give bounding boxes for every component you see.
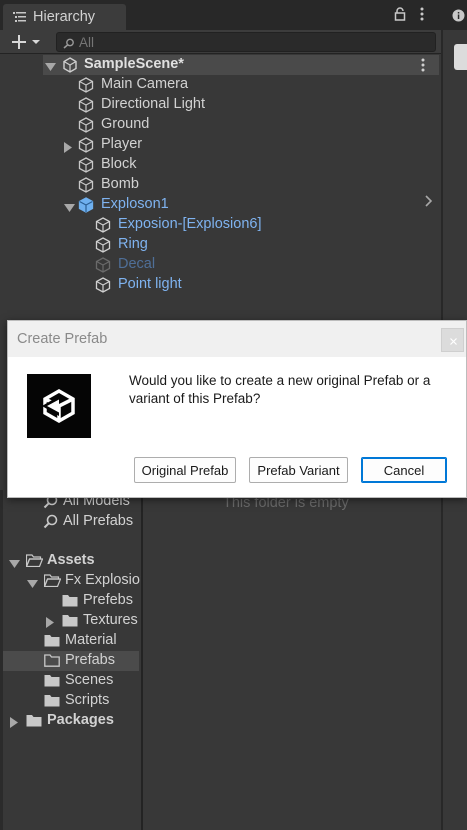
- folder-icon: [44, 654, 60, 671]
- hierarchy-tree: SampleScene* Main Camera Directional Lig…: [0, 55, 441, 305]
- gameobject-icon: [78, 137, 94, 157]
- hierarchy-list-icon: [13, 11, 27, 27]
- folder-label: Packages: [47, 712, 114, 728]
- hierarchy-item[interactable]: Exposion-[Explosion6]: [43, 215, 439, 235]
- gameobject-icon: [78, 177, 94, 197]
- dialog-titlebar: Create Prefab: [8, 321, 466, 357]
- hierarchy-item-label: Ring: [118, 236, 148, 252]
- hierarchy-item-label: Exposion-[Explosion6]: [118, 216, 262, 232]
- gameobject-icon: [78, 77, 94, 97]
- search-icon: [63, 37, 76, 53]
- scene-name: SampleScene*: [84, 56, 184, 72]
- original-prefab-button[interactable]: Original Prefab: [134, 457, 236, 483]
- folder-label: Scripts: [65, 692, 110, 708]
- hierarchy-item-label: Bomb: [101, 176, 139, 192]
- hierarchy-item-label: Player: [101, 136, 143, 152]
- hierarchy-toolbar: [0, 30, 441, 54]
- folder-label: Prefebs: [83, 592, 133, 608]
- tab-hierarchy-label: Hierarchy: [33, 9, 96, 25]
- hierarchy-item[interactable]: Exploson1: [43, 195, 439, 215]
- hierarchy-item-label: Block: [101, 156, 137, 172]
- folder-item[interactable]: Textures: [3, 611, 141, 631]
- hierarchy-item-label: Ground: [101, 116, 150, 132]
- collapsed-arrow-icon[interactable]: [10, 716, 19, 731]
- collapsed-arrow-icon[interactable]: [46, 616, 55, 631]
- folder-icon: [26, 714, 42, 731]
- create-button[interactable]: [9, 32, 45, 52]
- gameobject-icon: [95, 217, 111, 237]
- dialog-title: Create Prefab: [17, 331, 108, 347]
- folder-icon: [62, 594, 78, 611]
- chevron-right-icon[interactable]: [425, 195, 433, 211]
- folder-item[interactable]: Scenes: [3, 671, 141, 691]
- gameobject-icon: [78, 97, 94, 117]
- folder-label: Fx Explosion: [65, 572, 141, 588]
- gameobject-icon: [95, 257, 111, 277]
- gameobject-icon: [78, 157, 94, 177]
- info-icon[interactable]: [452, 9, 465, 26]
- hierarchy-item[interactable]: Player: [43, 135, 439, 155]
- scene-row[interactable]: SampleScene*: [43, 55, 439, 75]
- hierarchy-item[interactable]: Directional Light: [43, 95, 439, 115]
- search-field[interactable]: [56, 32, 436, 52]
- favorite-label: All Prefabs: [63, 513, 134, 529]
- search-icon: [43, 514, 59, 534]
- unity-logo-icon: [27, 374, 91, 438]
- expand-arrow-icon[interactable]: [27, 577, 38, 591]
- folder-icon: [62, 614, 78, 631]
- dialog-close-button[interactable]: [441, 328, 464, 352]
- gameobject-icon: [78, 117, 94, 137]
- tab-hierarchy[interactable]: Hierarchy: [3, 4, 126, 30]
- folder-item[interactable]: Fx Explosion: [3, 571, 141, 591]
- dialog-body: Would you like to create a new original …: [8, 357, 466, 497]
- hierarchy-item-label: Main Camera: [101, 76, 189, 92]
- folder-open-icon: [43, 574, 62, 591]
- folder-item[interactable]: Prefabs: [3, 651, 141, 671]
- unity-scene-icon: [62, 57, 78, 77]
- hierarchy-item[interactable]: Ground: [43, 115, 439, 135]
- folder-open-icon: [25, 554, 44, 571]
- folder-item[interactable]: Scripts: [3, 691, 141, 711]
- folder-item[interactable]: Material: [3, 631, 141, 651]
- inspector-button[interactable]: [454, 44, 467, 70]
- folder-label: Scenes: [65, 672, 114, 688]
- hierarchy-item[interactable]: Ring: [43, 235, 439, 255]
- hierarchy-item-label: Exploson1: [101, 196, 169, 212]
- panel-menu-icon[interactable]: [419, 7, 425, 25]
- hierarchy-item[interactable]: Main Camera: [43, 75, 439, 95]
- hierarchy-item-label: Decal: [118, 256, 156, 272]
- hierarchy-item[interactable]: Decal: [43, 255, 439, 275]
- gameobject-icon: [95, 237, 111, 257]
- hierarchy-item[interactable]: Point light: [43, 275, 439, 295]
- prefab-variant-button[interactable]: Prefab Variant: [249, 457, 348, 483]
- folder-label: Prefabs: [65, 652, 115, 668]
- scene-menu-icon[interactable]: [420, 58, 426, 76]
- folder-item[interactable]: Prefebs: [3, 591, 141, 611]
- dialog-message: Would you like to create a new original …: [129, 373, 431, 406]
- prefab-icon: [78, 197, 94, 217]
- hierarchy-item-label: Directional Light: [101, 96, 205, 112]
- folder-label: Textures: [83, 612, 138, 628]
- search-input[interactable]: [79, 34, 419, 50]
- create-prefab-dialog: Create Prefab Would you like to create a…: [7, 320, 467, 498]
- expand-arrow-icon[interactable]: [45, 60, 56, 76]
- cancel-button[interactable]: Cancel: [361, 457, 447, 483]
- folder-item[interactable]: Packages: [3, 711, 141, 731]
- hierarchy-tab-bar: Hierarchy: [0, 0, 441, 30]
- gameobject-icon: [95, 277, 111, 297]
- project-files-area: This folder is empty: [143, 490, 441, 830]
- folder-icon: [44, 674, 60, 691]
- expand-arrow-icon[interactable]: [9, 557, 20, 571]
- folder-icon: [44, 694, 60, 711]
- hierarchy-item-label: Point light: [118, 276, 182, 292]
- hierarchy-item[interactable]: Bomb: [43, 175, 439, 195]
- folder-item[interactable]: Assets: [3, 551, 141, 571]
- folder-icon: [44, 634, 60, 651]
- hierarchy-item[interactable]: Block: [43, 155, 439, 175]
- folder-label: Material: [65, 632, 117, 648]
- favorite-item[interactable]: All Prefabs: [43, 512, 141, 532]
- folder-label: Assets: [47, 552, 95, 568]
- lock-icon[interactable]: [394, 7, 406, 25]
